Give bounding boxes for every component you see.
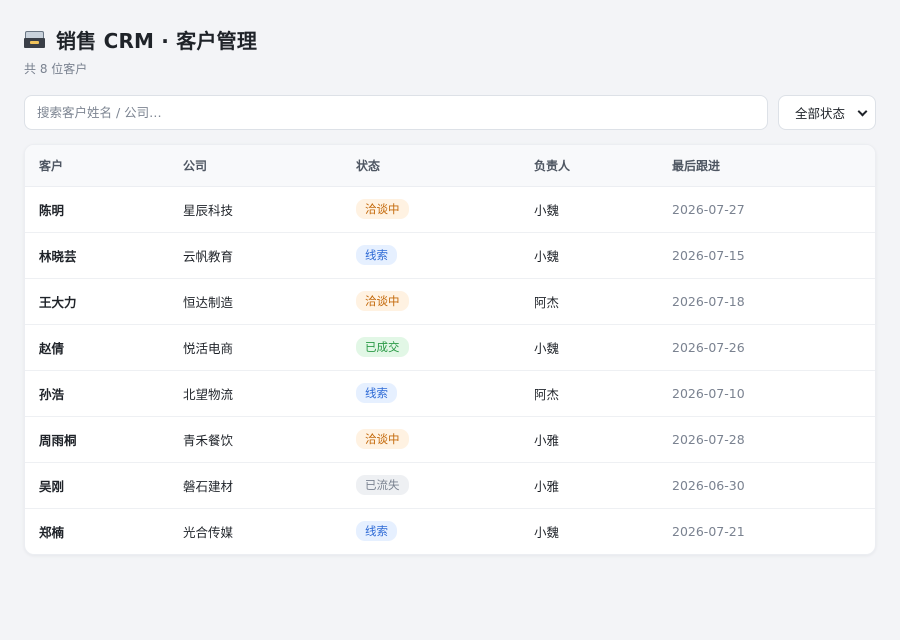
table-row[interactable]: 郑楠 光合传媒 线索 小魏 2026-07-21 <box>25 508 875 554</box>
customer-name-cell: 赵倩 <box>25 324 169 371</box>
column-header-company[interactable]: 公司 <box>169 145 342 187</box>
last-follow-cell: 2026-07-10 <box>658 370 875 417</box>
table-row[interactable]: 赵倩 悦活电商 已成交 小魏 2026-07-26 <box>25 324 875 371</box>
customer-name-cell: 吴刚 <box>25 462 169 509</box>
owner-cell: 小魏 <box>520 232 658 279</box>
customer-name-cell: 陈明 <box>25 186 169 233</box>
company-cell: 光合传媒 <box>183 524 234 540</box>
owner-cell: 小魏 <box>520 186 658 233</box>
last-follow-cell: 2026-07-21 <box>672 523 745 539</box>
chevron-down-icon <box>859 109 867 117</box>
owner-cell: 小魏 <box>520 324 658 371</box>
owner-cell: 小魏 <box>534 524 560 540</box>
table-row[interactable]: 周雨桐 青禾餐饮 洽谈中 小雅 2026-07-28 <box>25 416 875 463</box>
table-row[interactable]: 孙浩 北望物流 线索 阿杰 2026-07-10 <box>25 370 875 417</box>
owner-cell: 阿杰 <box>520 278 658 325</box>
status-badge: 已成交 <box>356 337 409 357</box>
status-badge: 洽谈中 <box>356 199 409 219</box>
table-body: 陈明 星辰科技 洽谈中 小魏 2026-07-27 林晓芸 云帆教育 线索 小魏 2026-07-… <box>25 186 875 554</box>
column-header-status[interactable]: 状态 <box>342 145 520 187</box>
customer-name-cell: 林晓芸 <box>25 232 169 279</box>
status-badge: 线索 <box>356 383 397 403</box>
table-row[interactable]: 王大力 恒达制造 洽谈中 阿杰 2026-07-18 <box>25 278 875 325</box>
company-cell: 北望物流 <box>169 370 342 417</box>
status-badge: 线索 <box>356 521 397 542</box>
status-cell: 已流失 <box>342 462 520 509</box>
status-cell: 洽谈中 <box>342 278 520 325</box>
column-header-last-follow[interactable]: 最后跟进 <box>658 145 875 187</box>
company-cell: 悦活电商 <box>169 324 342 371</box>
status-badge: 洽谈中 <box>356 429 409 449</box>
customer-name-cell: 王大力 <box>25 278 169 325</box>
status-badge: 洽谈中 <box>356 291 409 311</box>
company-cell: 恒达制造 <box>169 278 342 325</box>
status-cell: 线索 <box>342 232 520 279</box>
status-cell: 线索 <box>342 508 520 554</box>
customer-name-cell: 孙浩 <box>25 370 169 417</box>
status-badge: 线索 <box>356 245 397 265</box>
company-cell: 青禾餐饮 <box>169 416 342 463</box>
search-input[interactable] <box>24 95 768 130</box>
last-follow-cell: 2026-07-27 <box>658 186 875 233</box>
company-cell: 云帆教育 <box>169 232 342 279</box>
customer-count: 共 8 位客户 <box>24 62 88 76</box>
page-title: 销售 CRM · 客户管理 <box>56 28 258 53</box>
status-badge: 已流失 <box>356 475 409 495</box>
column-header-owner[interactable]: 负责人 <box>520 145 658 187</box>
customer-table: 客户 公司 状态 负责人 最后跟进 陈明 星辰科技 洽谈中 小魏 2026-07-27 林… <box>25 145 875 554</box>
status-filter-value: 全部状态 <box>795 106 846 121</box>
last-follow-cell: 2026-07-26 <box>658 324 875 371</box>
owner-cell: 小雅 <box>520 416 658 463</box>
card-file-box-icon <box>24 29 46 49</box>
company-cell: 星辰科技 <box>169 186 342 233</box>
table-row[interactable]: 林晓芸 云帆教育 线索 小魏 2026-07-15 <box>25 232 875 279</box>
table-row[interactable]: 吴刚 磐石建材 已流失 小雅 2026-06-30 <box>25 462 875 509</box>
company-cell: 磐石建材 <box>169 462 342 509</box>
status-cell: 线索 <box>342 370 520 417</box>
column-header-customer[interactable]: 客户 <box>25 145 169 187</box>
status-cell: 洽谈中 <box>342 416 520 463</box>
status-filter-select[interactable]: 全部状态 <box>778 95 876 130</box>
customer-table-card: 客户 公司 状态 负责人 最后跟进 陈明 星辰科技 洽谈中 小魏 2026-07-27 林… <box>24 144 876 555</box>
table-row[interactable]: 陈明 星辰科技 洽谈中 小魏 2026-07-27 <box>25 186 875 233</box>
owner-cell: 阿杰 <box>520 370 658 417</box>
last-follow-cell: 2026-07-15 <box>658 232 875 279</box>
status-cell: 已成交 <box>342 324 520 371</box>
last-follow-cell: 2026-07-18 <box>658 278 875 325</box>
crm-page: 销售 CRM · 客户管理 共 8 位客户 全部状态 客户 公司 状态 <box>0 0 900 640</box>
customer-name-cell: 郑楠 <box>39 524 65 540</box>
table-header-row: 客户 公司 状态 负责人 最后跟进 <box>25 145 875 187</box>
customer-name-cell: 周雨桐 <box>25 416 169 463</box>
last-follow-cell: 2026-07-28 <box>658 416 875 463</box>
owner-cell: 小雅 <box>520 462 658 509</box>
toolbar: 全部状态 <box>24 95 876 130</box>
status-cell: 洽谈中 <box>342 186 520 233</box>
page-header: 销售 CRM · 客户管理 <box>24 24 876 54</box>
last-follow-cell: 2026-06-30 <box>658 462 875 509</box>
